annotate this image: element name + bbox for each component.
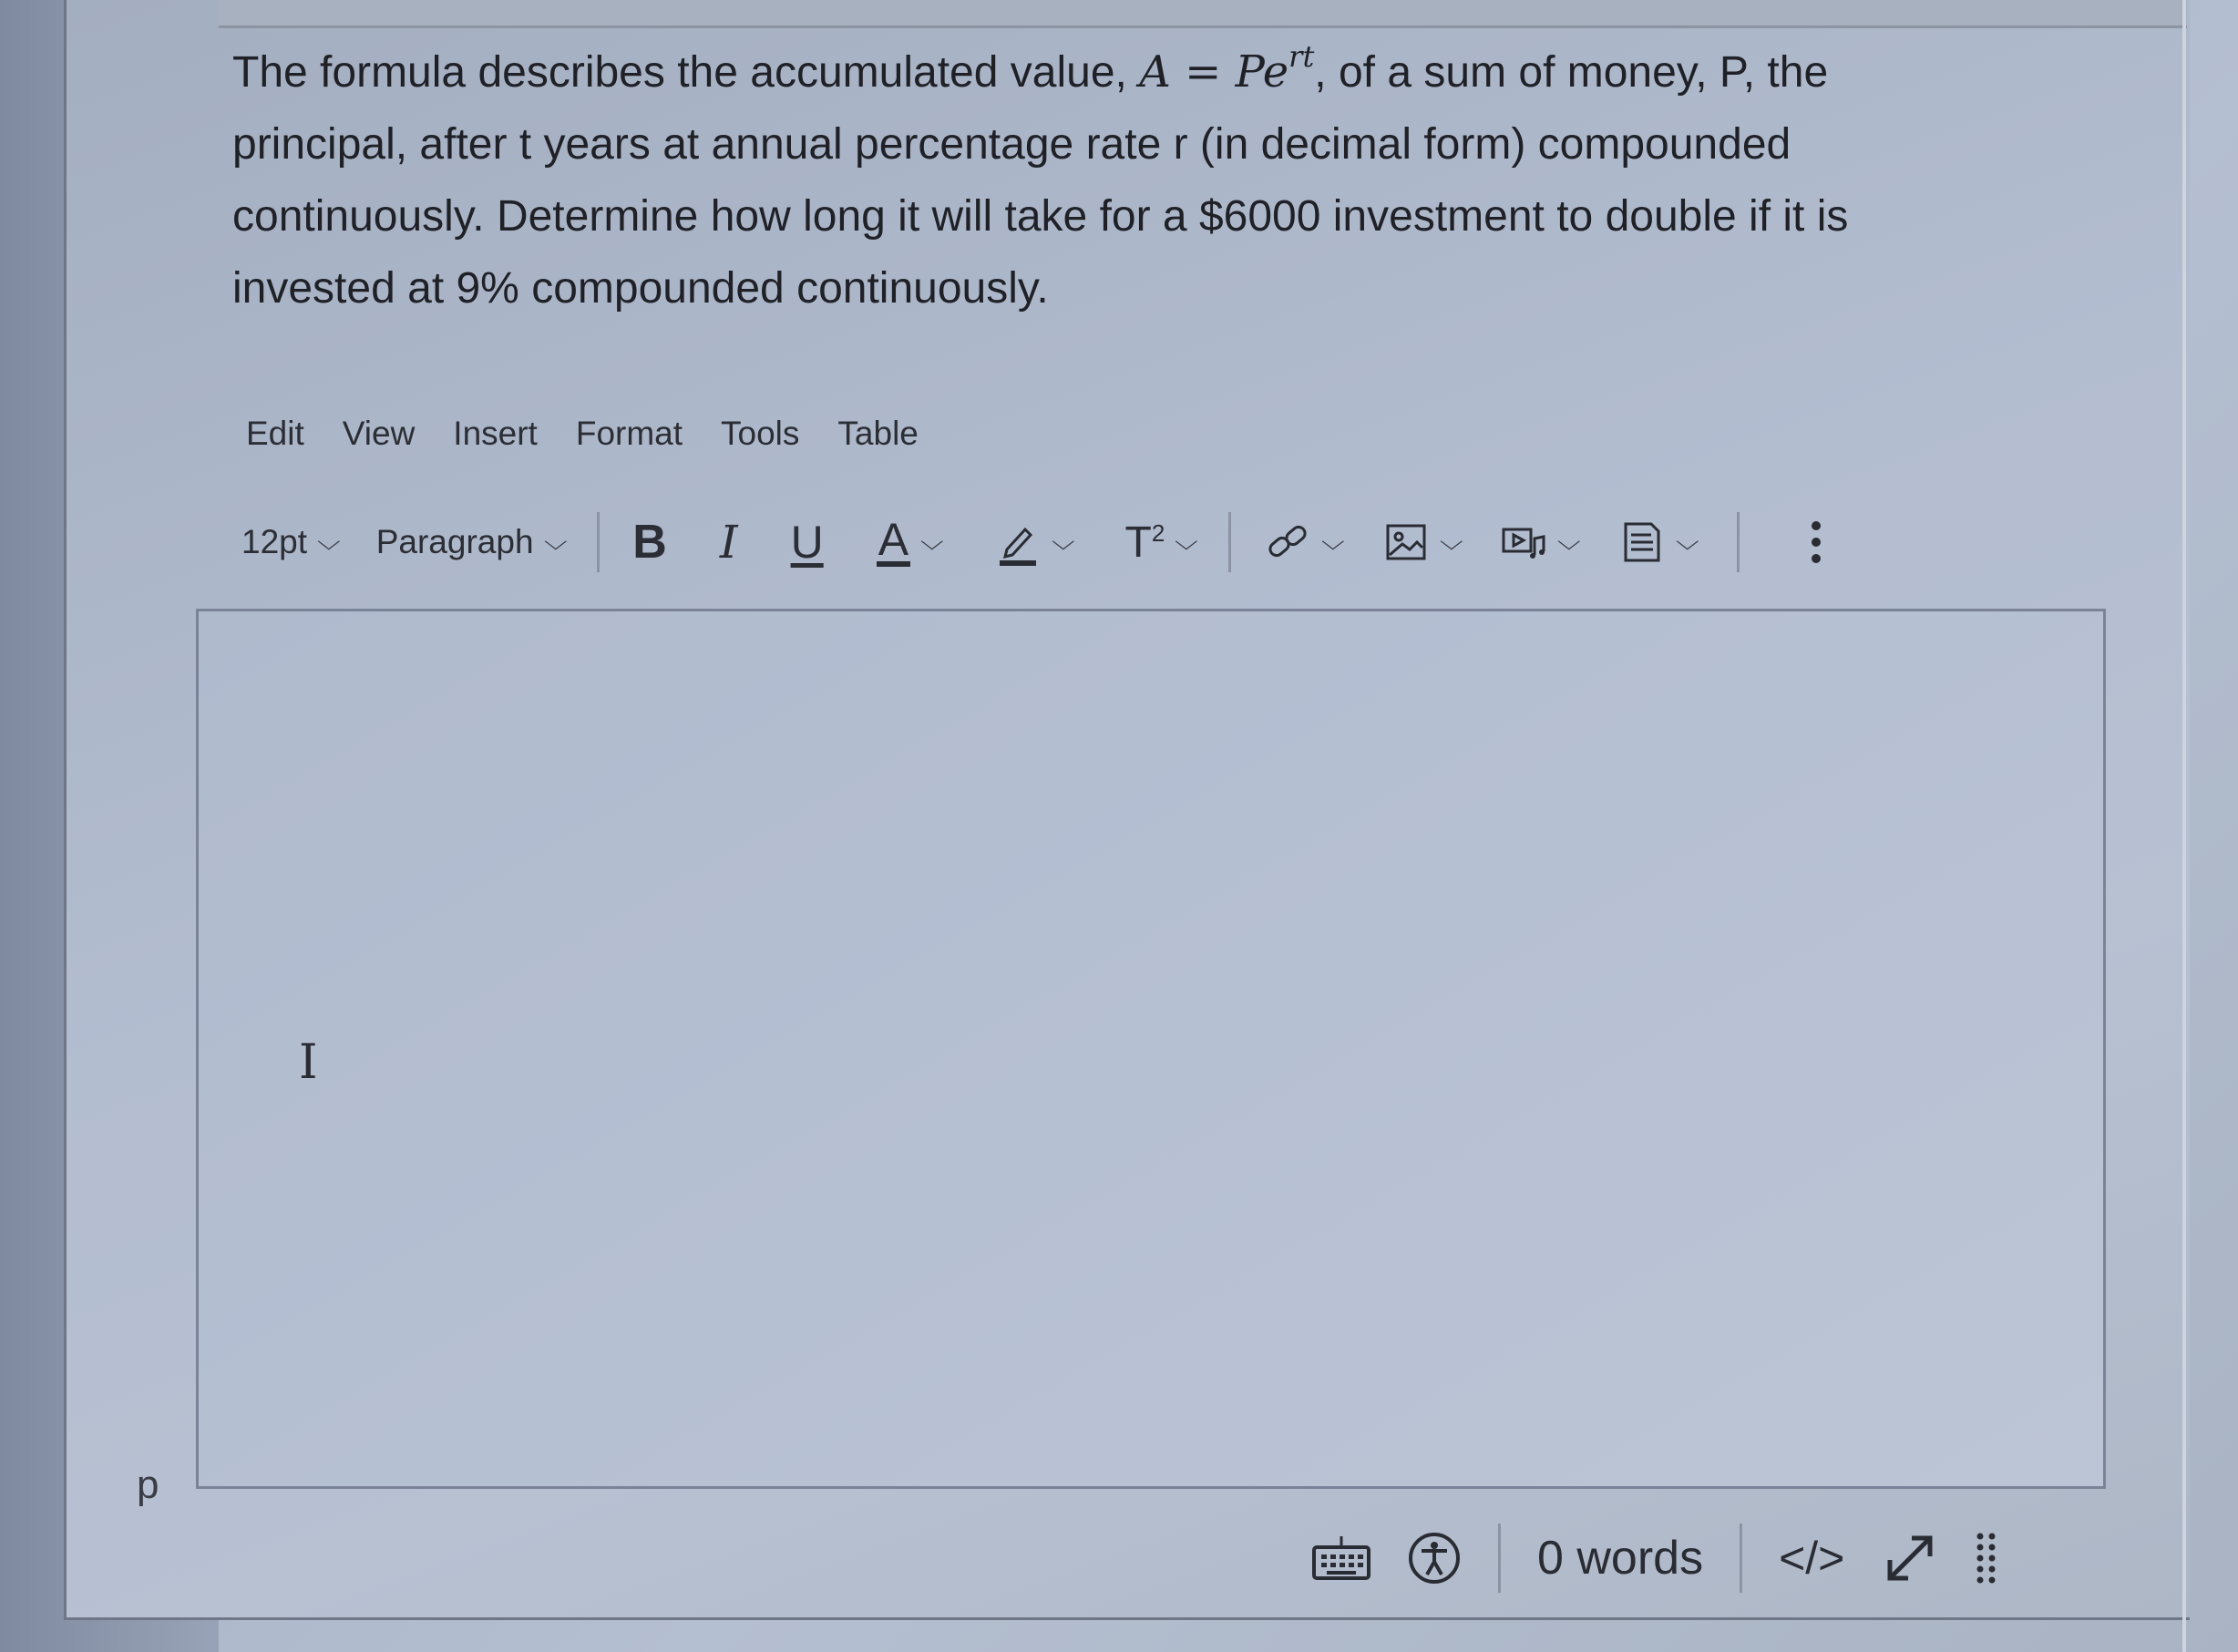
highlight-color-button[interactable]: ⌵ (994, 518, 1075, 566)
text-color-button[interactable]: A ⌵ (876, 514, 944, 567)
editor-statusbar: 0 words </> (1312, 1513, 1997, 1604)
text-color-icon: A (876, 514, 911, 567)
menu-insert[interactable]: Insert (453, 415, 538, 453)
font-size-dropdown[interactable]: 12pt ⌵ (241, 523, 341, 561)
chevron-down-icon: ⌵ (920, 528, 944, 555)
image-icon (1386, 524, 1426, 560)
card-top-border (219, 0, 2187, 28)
formula: A = Pert (1139, 39, 1315, 97)
underline-button[interactable]: U (791, 516, 824, 569)
italic-icon: I (719, 516, 738, 569)
document-button[interactable]: ⌵ (1618, 518, 1699, 566)
block-format-value: Paragraph (375, 523, 534, 560)
question-text: The formula describes the accumulated va… (232, 39, 1849, 313)
accessibility-icon[interactable] (1407, 1531, 1462, 1585)
bold-button[interactable]: B (632, 515, 667, 569)
editor-toolbar: 12pt ⌵ Paragraph ⌵ B I U A ⌵ ⌵ T2 ⌵ ⌵ ⌵ … (241, 506, 1823, 579)
chevron-down-icon: ⌵ (1439, 528, 1463, 555)
more-vertical-icon (1811, 521, 1821, 563)
chevron-down-icon: ⌵ (1321, 528, 1345, 555)
menu-view[interactable]: View (343, 415, 416, 453)
chevron-down-icon: ⌵ (317, 528, 341, 555)
media-button[interactable]: ⌵ (1500, 518, 1582, 566)
italic-button[interactable]: I (720, 516, 738, 569)
superscript-icon: T2 (1124, 518, 1165, 567)
text-cursor: I (299, 1035, 318, 1090)
keyboard-icon[interactable] (1312, 1534, 1371, 1582)
rich-text-editor-area[interactable]: I (196, 609, 2106, 1489)
link-button[interactable]: ⌵ (1264, 518, 1345, 566)
word-count[interactable]: 0 words (1537, 1531, 1703, 1585)
toolbar-divider (1228, 512, 1231, 572)
document-icon (1624, 522, 1660, 562)
menu-table[interactable]: Table (837, 415, 918, 453)
fullscreen-icon[interactable] (1881, 1529, 1939, 1587)
card-right-edge (2182, 0, 2186, 1652)
toolbar-divider (597, 512, 601, 572)
editor-menubar: Edit View Insert Format Tools Table (246, 415, 919, 453)
chevron-down-icon: ⌵ (543, 528, 568, 555)
chevron-down-icon: ⌵ (1676, 528, 1699, 555)
status-divider (1498, 1524, 1501, 1593)
superscript-button[interactable]: T2 ⌵ (1124, 518, 1198, 568)
menu-tools[interactable]: Tools (721, 415, 799, 453)
chevron-down-icon: ⌵ (1051, 528, 1075, 555)
chevron-down-icon: ⌵ (1175, 528, 1198, 555)
underline-icon: U (790, 517, 824, 568)
more-button[interactable] (1809, 518, 1823, 566)
link-icon (1268, 525, 1307, 558)
element-path[interactable]: p (137, 1462, 159, 1508)
menu-edit[interactable]: Edit (246, 415, 304, 453)
block-format-dropdown[interactable]: Paragraph ⌵ (375, 523, 568, 561)
pencil-icon (999, 527, 1036, 566)
resize-handle-icon[interactable] (1976, 1531, 1997, 1585)
image-button[interactable]: ⌵ (1382, 518, 1463, 566)
chevron-down-icon: ⌵ (1557, 528, 1582, 555)
menu-format[interactable]: Format (576, 415, 683, 453)
bold-icon: B (632, 516, 667, 569)
status-divider (1740, 1524, 1743, 1593)
toolbar-divider (1736, 512, 1740, 572)
html-editor-toggle[interactable]: </> (1779, 1532, 1844, 1585)
font-size-value: 12pt (241, 523, 308, 560)
media-icon (1502, 528, 1545, 559)
